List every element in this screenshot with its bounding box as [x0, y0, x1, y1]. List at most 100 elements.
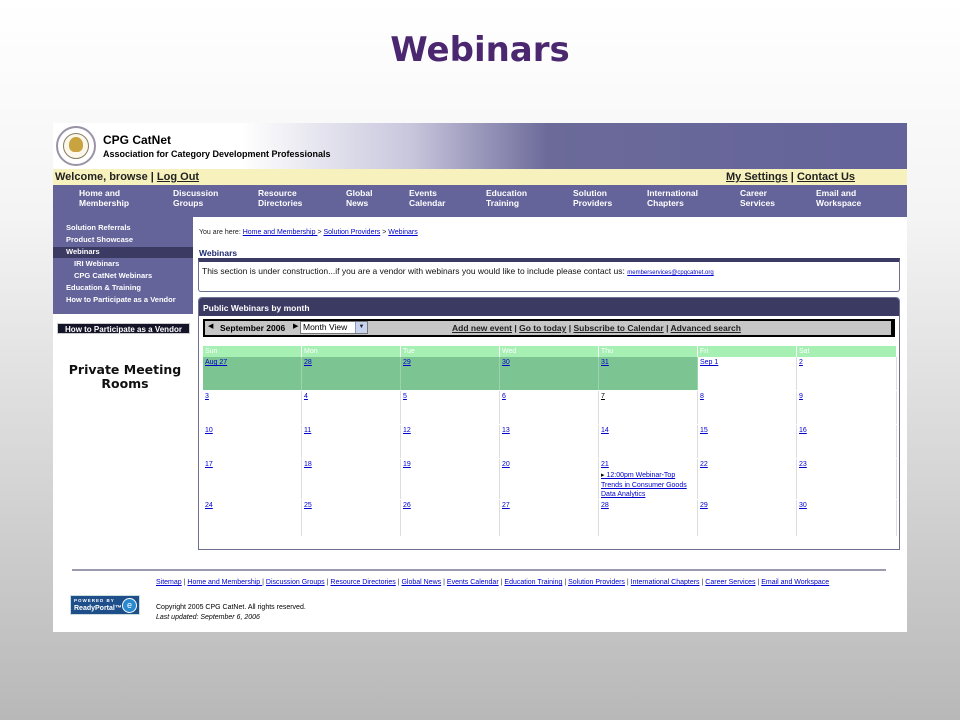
- next-month-icon[interactable]: ▶: [293, 322, 298, 330]
- nav-discussion-groups[interactable]: Discussion Groups: [173, 188, 218, 208]
- day-number-link[interactable]: 27: [502, 502, 510, 509]
- day-number-link[interactable]: 25: [304, 502, 312, 509]
- advanced-search-link[interactable]: Advanced search: [671, 323, 741, 333]
- section-title: Webinars: [199, 248, 238, 258]
- logout-link[interactable]: Log Out: [157, 171, 199, 183]
- calendar-day-cell: 29: [698, 500, 797, 536]
- day-number-link[interactable]: 29: [403, 359, 411, 366]
- sidebar-item-catnet-webinars[interactable]: CPG CatNet Webinars: [74, 271, 152, 280]
- calendar-day-cell: 4: [302, 391, 401, 424]
- day-number-link[interactable]: 16: [799, 427, 807, 434]
- day-number-link[interactable]: 10: [205, 427, 213, 434]
- day-number-link[interactable]: Aug 27: [205, 359, 227, 366]
- nav-email-workspace[interactable]: Email and Workspace: [816, 188, 861, 208]
- day-number-link[interactable]: 22: [700, 461, 708, 468]
- sidebar-item-product-showcase[interactable]: Product Showcase: [66, 235, 133, 244]
- notice-email-link[interactable]: memberservices@cpgcatnet.org: [627, 270, 713, 276]
- footer-link-solution-providers[interactable]: Solution Providers: [568, 579, 625, 586]
- breadcrumb-home[interactable]: Home and Membership: [243, 229, 318, 236]
- footer-link-career-services[interactable]: Career Services: [705, 579, 755, 586]
- nav-resource-directories[interactable]: Resource Directories: [258, 188, 302, 208]
- calendar-day-cell: 11: [302, 425, 401, 458]
- footer-link-global-news[interactable]: Global News: [401, 579, 441, 586]
- day-number-link[interactable]: 28: [601, 502, 609, 509]
- copyright-text: Copyright 2005 CPG CatNet. All rights re…: [156, 604, 306, 611]
- add-event-link[interactable]: Add new event: [452, 323, 512, 333]
- last-updated-text: Last updated: September 6, 2006: [156, 614, 260, 621]
- footer-separator: |: [564, 579, 567, 586]
- nav-events-calendar[interactable]: Events Calendar: [409, 188, 445, 208]
- nav-career-services[interactable]: Career Services: [740, 188, 775, 208]
- private-meeting-rooms-label[interactable]: Private Meeting Rooms: [61, 363, 189, 391]
- calendar-day-cell: 7: [599, 391, 698, 424]
- footer-link-home-membership[interactable]: Home and Membership: [187, 579, 262, 586]
- footer-link-discussion-groups[interactable]: Discussion Groups: [266, 579, 325, 586]
- today-number-link[interactable]: 7: [601, 393, 605, 400]
- day-number-link[interactable]: 30: [799, 502, 807, 509]
- chevron-down-icon[interactable]: ▼: [355, 322, 367, 333]
- go-to-today-link[interactable]: Go to today: [519, 323, 566, 333]
- nav-international-chapters[interactable]: International Chapters: [647, 188, 698, 208]
- sidebar-item-webinars[interactable]: Webinars: [66, 247, 100, 256]
- view-select[interactable]: Month View ▼: [300, 321, 368, 334]
- calendar-day-cell: 28: [302, 357, 401, 390]
- day-number-link[interactable]: 4: [304, 393, 308, 400]
- breadcrumb-solution-providers[interactable]: Solution Providers: [323, 229, 380, 236]
- day-number-link[interactable]: 5: [403, 393, 407, 400]
- footer-separator: |: [626, 579, 629, 586]
- day-number-link[interactable]: 11: [304, 427, 311, 434]
- nav-global-news[interactable]: Global News: [346, 188, 372, 208]
- footer-link-sitemap[interactable]: Sitemap: [156, 579, 182, 586]
- footer-link-education-training[interactable]: Education Training: [504, 579, 562, 586]
- sidebar-item-participate-vendor[interactable]: How to Participate as a Vendor: [66, 295, 176, 304]
- webinar-event-link[interactable]: 12:00pm Webinar-Top Trends in Consumer G…: [601, 471, 695, 500]
- day-number-link[interactable]: 14: [601, 427, 609, 434]
- day-number-link[interactable]: 9: [799, 393, 803, 400]
- day-number-link[interactable]: 8: [700, 393, 704, 400]
- notice-box: This section is under construction...if …: [198, 258, 900, 292]
- day-number-link[interactable]: 21: [601, 461, 609, 468]
- nav-solution-providers[interactable]: Solution Providers: [573, 188, 612, 208]
- sidebar-item-education-training[interactable]: Education & Training: [66, 283, 141, 292]
- sidebar-item-solution-referrals[interactable]: Solution Referrals: [66, 223, 131, 232]
- day-number-link[interactable]: 19: [403, 461, 411, 468]
- day-number-link[interactable]: 28: [304, 359, 312, 366]
- calendar-day-cell: 24: [203, 500, 302, 536]
- day-number-link[interactable]: 3: [205, 393, 209, 400]
- day-number-link[interactable]: 20: [502, 461, 510, 468]
- breadcrumb-webinars[interactable]: Webinars: [388, 229, 417, 236]
- nav-education-training[interactable]: Education Training: [486, 188, 527, 208]
- day-number-link[interactable]: 12: [403, 427, 411, 434]
- day-number-link[interactable]: 2: [799, 359, 803, 366]
- day-number-link[interactable]: 24: [205, 502, 213, 509]
- footer-separator: |: [183, 579, 186, 586]
- readyportal-badge[interactable]: POWERED BY ReadyPortal™ e: [70, 595, 140, 615]
- day-number-link[interactable]: 30: [502, 359, 510, 366]
- footer-link-resource-directories[interactable]: Resource Directories: [330, 579, 395, 586]
- day-header-row: Sun Mon Tue Wed Thu Fri Sat: [203, 346, 897, 357]
- nav-home-membership[interactable]: Home and Membership: [79, 188, 129, 208]
- contact-us-link[interactable]: Contact Us: [797, 171, 855, 183]
- day-number-link[interactable]: 17: [205, 461, 213, 468]
- subscribe-calendar-link[interactable]: Subscribe to Calendar: [574, 323, 664, 333]
- day-number-link[interactable]: 18: [304, 461, 312, 468]
- sidebar-item-iri-webinars[interactable]: IRI Webinars: [74, 259, 119, 268]
- footer-link-events-calendar[interactable]: Events Calendar: [447, 579, 499, 586]
- calendar-day-cell: 2: [797, 357, 897, 390]
- prev-month-icon[interactable]: ◀: [208, 322, 213, 330]
- calendar-day-cell: Sep 1: [698, 357, 797, 390]
- day-header: Thu: [599, 346, 698, 357]
- day-number-link[interactable]: 15: [700, 427, 708, 434]
- day-number-link[interactable]: 26: [403, 502, 411, 509]
- footer-separator: |: [397, 579, 400, 586]
- participate-vendor-button[interactable]: How to Participate as a Vendor: [57, 323, 190, 334]
- day-number-link[interactable]: 29: [700, 502, 708, 509]
- footer-link-email-workspace[interactable]: Email and Workspace: [761, 579, 829, 586]
- day-number-link[interactable]: 13: [502, 427, 510, 434]
- day-number-link[interactable]: Sep 1: [700, 359, 718, 366]
- my-settings-link[interactable]: My Settings: [726, 171, 788, 183]
- day-number-link[interactable]: 31: [601, 359, 609, 366]
- day-number-link[interactable]: 23: [799, 461, 807, 468]
- day-number-link[interactable]: 6: [502, 393, 506, 400]
- footer-link-international-chapters[interactable]: International Chapters: [631, 579, 700, 586]
